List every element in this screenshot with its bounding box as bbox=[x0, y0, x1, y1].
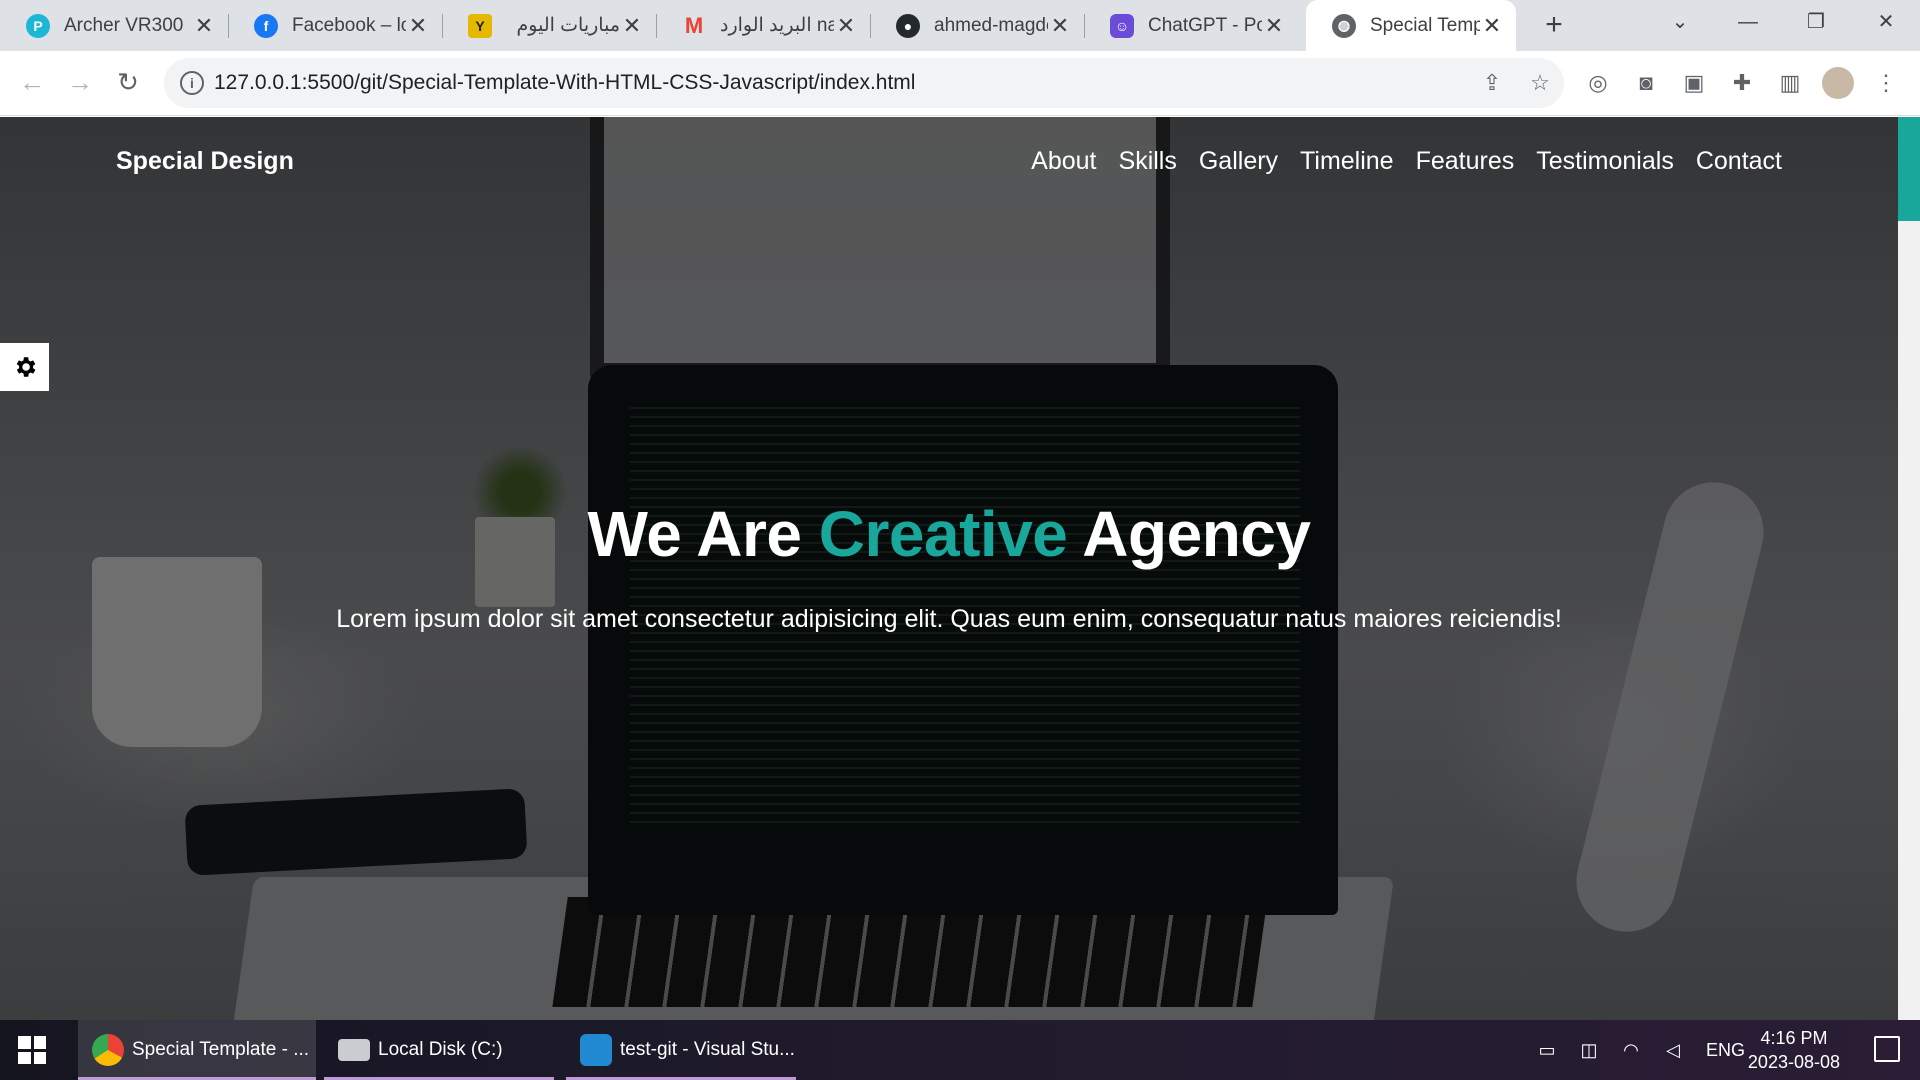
minimize-button[interactable]: — bbox=[1718, 0, 1778, 45]
share-icon[interactable]: ⇪ bbox=[1478, 69, 1506, 97]
close-icon[interactable]: ✕ bbox=[1480, 13, 1504, 39]
extension-icon[interactable]: ◎ bbox=[1582, 67, 1614, 99]
tab-poe[interactable]: ☺ ChatGPT - Poe ✕ bbox=[1084, 0, 1298, 51]
tab-label: Facebook – log bbox=[292, 14, 406, 36]
tab-label: ahmed-magde bbox=[934, 14, 1048, 36]
close-icon[interactable]: ✕ bbox=[620, 13, 644, 39]
site-logo[interactable]: Special Design bbox=[116, 147, 294, 176]
tab-facebook[interactable]: f Facebook – log ✕ bbox=[228, 0, 442, 51]
meet-icon[interactable]: ◫ bbox=[1576, 1037, 1602, 1063]
tab-label: Special Templa bbox=[1370, 14, 1480, 36]
nav-contact[interactable]: Contact bbox=[1696, 147, 1782, 176]
reload-button[interactable]: ↻ bbox=[110, 65, 146, 101]
tab-archer[interactable]: P Archer VR300 ✕ bbox=[0, 0, 228, 51]
new-tab-button[interactable]: + bbox=[1536, 8, 1572, 44]
taskbar-item-explorer[interactable]: Local Disk (C:) bbox=[324, 1020, 554, 1080]
browser-tab-strip: P Archer VR300 ✕ f Facebook – log ✕ Y مب… bbox=[0, 0, 1920, 51]
globe-icon: ◍ bbox=[1332, 13, 1356, 38]
browser-toolbar: ← → ↻ i 127.0.0.1:5500/git/Special-Templ… bbox=[0, 51, 1920, 116]
yallakora-icon: Y bbox=[468, 13, 492, 38]
scrollbar-thumb[interactable] bbox=[1898, 117, 1920, 221]
back-button[interactable]: ← bbox=[14, 65, 50, 101]
landing-page: Special Design About Skills Gallery Time… bbox=[0, 117, 1920, 1020]
menu-icon[interactable]: ⋮ bbox=[1870, 67, 1902, 99]
windows-start-icon[interactable] bbox=[18, 1036, 46, 1064]
close-icon[interactable]: ✕ bbox=[1048, 13, 1072, 39]
system-tray: ▭ ◫ ◠ ◁ ENG bbox=[1526, 1020, 1745, 1080]
nav-testimonials[interactable]: Testimonials bbox=[1536, 147, 1674, 176]
taskbar-item-label: Special Template - ... bbox=[132, 1039, 310, 1060]
volume-icon[interactable]: ◁ bbox=[1660, 1037, 1686, 1063]
drive-icon bbox=[338, 1039, 370, 1061]
hero-title-post: Agency bbox=[1082, 498, 1311, 570]
clock[interactable]: 4:16 PM 2023-08-08 bbox=[1748, 1026, 1840, 1074]
tab-label: Archer VR300 bbox=[64, 14, 184, 36]
nav-skills[interactable]: Skills bbox=[1119, 147, 1177, 176]
hero-subtitle: Lorem ipsum dolor sit amet consectetur a… bbox=[336, 605, 1562, 633]
address-bar[interactable]: i 127.0.0.1:5500/git/Special-Template-Wi… bbox=[164, 58, 1564, 108]
settings-toggle-button[interactable] bbox=[0, 343, 49, 391]
nav-timeline[interactable]: Timeline bbox=[1300, 147, 1394, 176]
vscode-icon bbox=[580, 1034, 612, 1066]
battery-icon[interactable]: ▭ bbox=[1534, 1037, 1560, 1063]
close-window-button[interactable]: ✕ bbox=[1856, 0, 1916, 45]
tab-special-template[interactable]: ◍ Special Templa ✕ bbox=[1306, 0, 1516, 51]
chrome-icon bbox=[92, 1034, 124, 1066]
extension-box-icon[interactable]: ▣ bbox=[1678, 67, 1710, 99]
clock-date: 2023-08-08 bbox=[1747, 1052, 1840, 1072]
info-icon[interactable]: i bbox=[180, 71, 204, 95]
restore-button[interactable]: ❐ bbox=[1786, 0, 1846, 45]
wifi-icon[interactable]: ◠ bbox=[1618, 1037, 1644, 1063]
close-icon[interactable]: ✕ bbox=[834, 13, 858, 39]
hero-title: We Are Creative Agency bbox=[0, 497, 1898, 571]
nav-features[interactable]: Features bbox=[1416, 147, 1515, 176]
gmail-icon: M bbox=[684, 12, 704, 38]
facebook-icon: f bbox=[254, 13, 278, 38]
side-panel-icon[interactable]: ▥ bbox=[1774, 67, 1806, 99]
main-nav: About Skills Gallery Timeline Features T… bbox=[1031, 147, 1782, 176]
tab-label: ChatGPT - Poe bbox=[1148, 14, 1262, 36]
tab-gmail[interactable]: M البريد الوارد nail ✕ bbox=[656, 0, 870, 51]
camera-icon[interactable]: ◙ bbox=[1630, 67, 1662, 99]
language-indicator[interactable]: ENG bbox=[1706, 1040, 1745, 1061]
hero-title-pre: We Are bbox=[587, 498, 802, 570]
hero-title-accent: Creative bbox=[818, 498, 1068, 570]
hero-section: We Are Creative Agency Lorem ipsum dolor… bbox=[0, 497, 1898, 634]
url-text[interactable]: 127.0.0.1:5500/git/Special-Template-With… bbox=[214, 71, 915, 95]
tab-yallakora[interactable]: Y مباريات اليوم ✕ bbox=[442, 0, 656, 51]
profile-avatar-icon[interactable] bbox=[1822, 67, 1854, 99]
forward-button[interactable]: → bbox=[62, 65, 98, 101]
page-scrollbar[interactable] bbox=[1898, 117, 1920, 1020]
taskbar-item-label: test-git - Visual Stu... bbox=[620, 1039, 795, 1060]
close-icon[interactable]: ✕ bbox=[406, 13, 430, 39]
taskbar-item-vscode[interactable]: test-git - Visual Stu... bbox=[566, 1020, 796, 1080]
close-icon[interactable]: ✕ bbox=[1262, 13, 1286, 39]
poe-icon: ☺ bbox=[1110, 13, 1134, 38]
gear-icon bbox=[16, 357, 35, 377]
windows-taskbar: Special Template - ... Local Disk (C:) t… bbox=[0, 1020, 1920, 1080]
tab-label: البريد الوارد nail bbox=[720, 15, 834, 36]
tab-label: مباريات اليوم bbox=[516, 15, 621, 36]
bookmark-star-icon[interactable]: ☆ bbox=[1526, 69, 1554, 97]
taskbar-item-chrome[interactable]: Special Template - ... bbox=[78, 1020, 316, 1080]
clock-time: 4:16 PM bbox=[1760, 1028, 1828, 1048]
tab-github[interactable]: ● ahmed-magde ✕ bbox=[870, 0, 1084, 51]
taskbar-item-label: Local Disk (C:) bbox=[378, 1039, 503, 1060]
close-icon[interactable]: ✕ bbox=[192, 13, 216, 39]
nav-about[interactable]: About bbox=[1031, 147, 1096, 176]
tplink-icon: P bbox=[26, 13, 50, 38]
github-icon: ● bbox=[896, 13, 920, 38]
puzzle-icon[interactable]: ✚ bbox=[1726, 67, 1758, 99]
notification-icon[interactable] bbox=[1874, 1036, 1900, 1062]
nav-gallery[interactable]: Gallery bbox=[1199, 147, 1278, 176]
tab-search-button[interactable]: ⌄ bbox=[1650, 0, 1710, 45]
